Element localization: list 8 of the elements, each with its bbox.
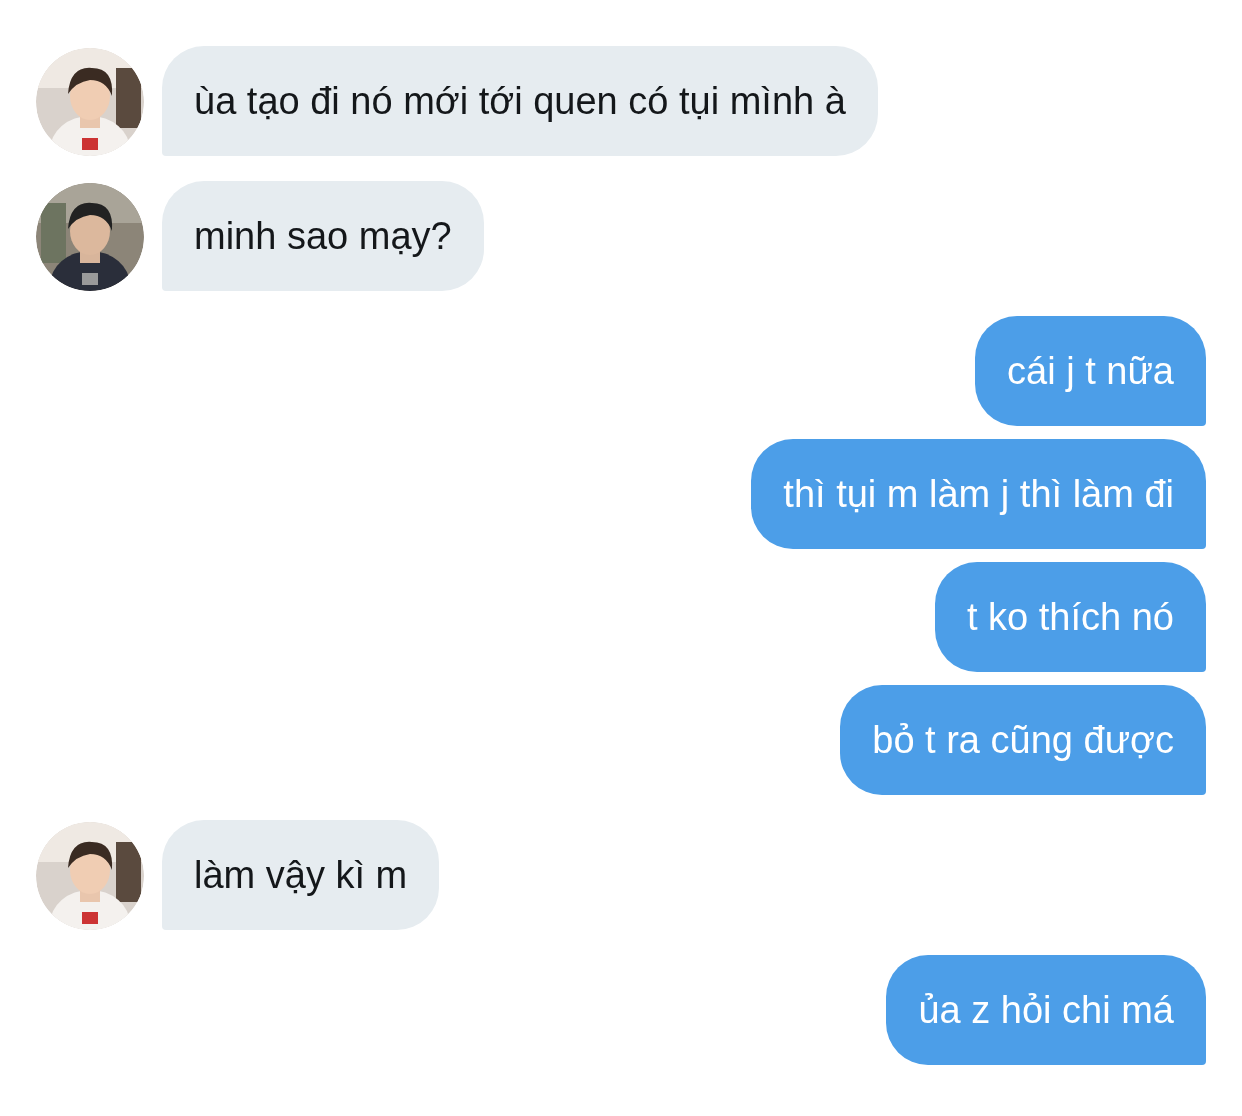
sent-message: thì tụi m làm j thì làm đi (751, 439, 1206, 549)
sent-message: t ko thích nó (935, 562, 1206, 672)
sent-message: bỏ t ra cũng được (840, 685, 1206, 795)
received-message: ùa tạo đi nó mới tới quen có tụi mình à (162, 46, 878, 156)
received-message: minh sao mạy? (162, 181, 484, 291)
received-message: làm vậy kì m (162, 820, 440, 930)
sent-message: cái j t nữa (975, 316, 1206, 426)
sent-message: ủa z hỏi chi má (886, 955, 1206, 1065)
